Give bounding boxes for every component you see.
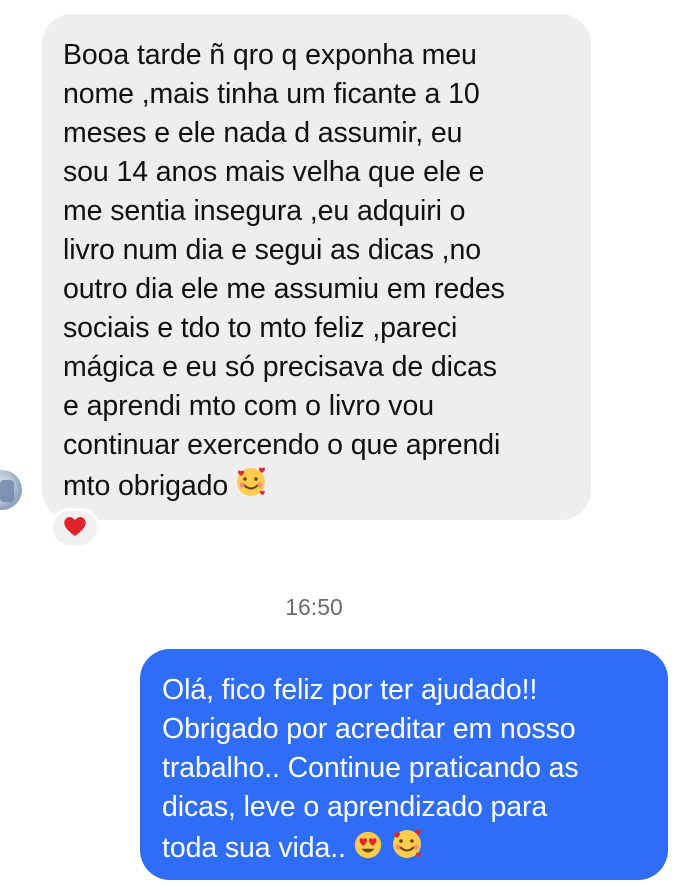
red-heart-icon (63, 515, 87, 542)
sent-message-bubble[interactable]: Olá, fico feliz por ter ajudado!! Obriga… (140, 649, 668, 880)
heart-reaction[interactable] (50, 508, 100, 548)
smiling-face-with-hearts-icon (390, 827, 424, 872)
heart-eyes-icon (352, 829, 384, 872)
smiling-face-with-hearts-icon (234, 465, 268, 510)
sender-avatar[interactable] (0, 470, 22, 510)
received-message-bubble[interactable]: Booa tarde ñ qro q exponha meu nome ,mai… (42, 14, 591, 520)
message-timestamp: 16:50 (285, 594, 343, 620)
received-message-text: Booa tarde ñ qro q exponha meu nome ,mai… (63, 36, 571, 510)
sent-message-text: Olá, fico feliz por ter ajudado!! Obriga… (162, 671, 652, 872)
